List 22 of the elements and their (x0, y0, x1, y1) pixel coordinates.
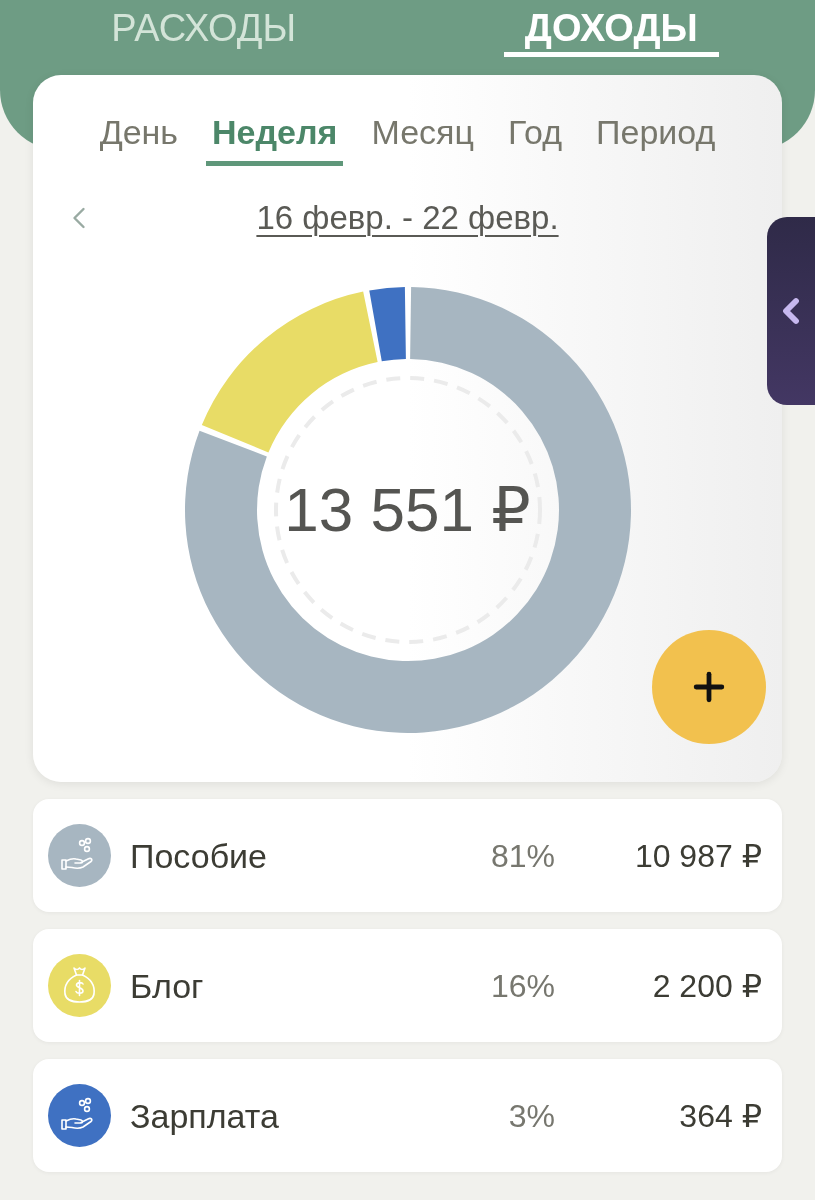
type-tab[interactable]: ДОХОДЫ (503, 6, 719, 57)
side-panel-handle[interactable] (767, 217, 815, 405)
category-amount: 10 987 ₽ (633, 836, 762, 876)
category-amount: 2 200 ₽ (651, 966, 762, 1006)
category-percent: 81% (490, 836, 555, 876)
period-tab[interactable]: Год (501, 112, 569, 166)
date-range-link[interactable]: 16 февр. - 22 февр. (256, 198, 559, 238)
period-tab[interactable]: Период (590, 112, 722, 166)
category-name: Зарплата (130, 1095, 280, 1136)
period-tab[interactable]: День (93, 112, 185, 166)
category-percent: 16% (490, 966, 555, 1006)
income-row[interactable]: Пособие 81% 10 987 ₽ (33, 799, 782, 912)
type-tab[interactable]: РАСХОДЫ (90, 6, 318, 57)
period-tab[interactable]: Неделя (206, 112, 344, 166)
income-row[interactable]: Блог 16% 2 200 ₽ (33, 929, 782, 1042)
period-tab[interactable]: Месяц (365, 112, 480, 166)
category-name: Блог (130, 965, 205, 1006)
category-percent: 3% (508, 1096, 555, 1136)
category-amount: 364 ₽ (678, 1096, 762, 1136)
income-row[interactable]: Зарплата 3% 364 ₽ (33, 1059, 782, 1172)
category-name: Пособие (130, 835, 268, 876)
total-amount: 13 551 ₽ (284, 474, 531, 546)
